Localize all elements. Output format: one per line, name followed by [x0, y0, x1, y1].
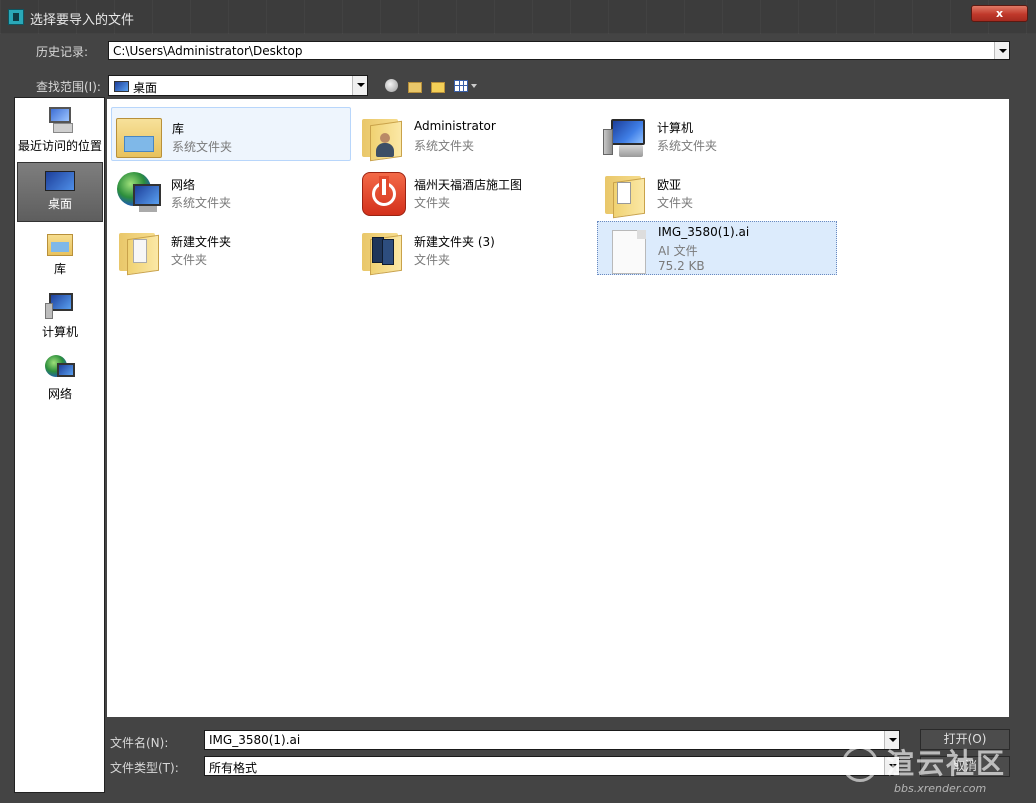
file-type: 文件夹 — [171, 253, 208, 267]
file-type: 系统文件夹 — [657, 139, 718, 153]
nav-recent-places[interactable]: 最近访问的位置 — [17, 105, 103, 154]
recent-places-icon — [45, 105, 75, 135]
history-combo[interactable]: C:\Users\Administrator\Desktop — [108, 41, 1010, 60]
file-item[interactable]: 库 系统文件夹 — [111, 107, 351, 161]
folder-icon — [358, 225, 406, 276]
libraries-icon — [45, 230, 75, 258]
history-label: 历史记录: — [36, 45, 89, 59]
file-name: 库 — [172, 122, 185, 136]
file-name: 新建文件夹 — [171, 235, 232, 249]
new-folder-icon[interactable] — [430, 79, 446, 93]
desktop-icon — [45, 169, 75, 193]
back-icon[interactable] — [384, 79, 400, 93]
desktop-icon — [114, 81, 129, 92]
file-name: 新建文件夹 (3) — [414, 235, 495, 249]
nav-label: 最近访问的位置 — [17, 139, 102, 153]
file-name: 福州天福酒店施工图 — [414, 178, 523, 192]
user-folder-icon — [358, 111, 406, 162]
file-item[interactable]: 福州天福酒店施工图 文件夹 — [354, 164, 594, 218]
lookin-combo[interactable]: 桌面 — [108, 75, 368, 96]
nav-libraries[interactable]: 库 — [17, 230, 103, 277]
nav-computer[interactable]: 计算机 — [17, 291, 103, 340]
nav-label: 计算机 — [41, 325, 78, 339]
history-value: C:\Users\Administrator\Desktop — [113, 44, 303, 58]
watermark-logo-icon — [842, 746, 878, 782]
nav-label: 网络 — [47, 387, 72, 401]
computer-icon — [601, 111, 649, 159]
file-size: 75.2 KB — [658, 259, 705, 273]
app-icon — [8, 9, 24, 25]
file-name: 网络 — [171, 178, 196, 192]
computer-icon — [45, 291, 75, 321]
chevron-down-icon[interactable] — [352, 76, 367, 95]
file-item[interactable]: 新建文件夹 文件夹 — [111, 221, 351, 276]
file-type: 系统文件夹 — [414, 139, 475, 153]
file-list-view[interactable]: 库 系统文件夹 Administrator 系统文件夹 计算机 系统文件夹 网络… — [107, 99, 1009, 717]
nav-network[interactable]: 网络 — [17, 353, 103, 402]
file-type: AI 文件 — [658, 244, 698, 258]
libraries-icon — [116, 112, 164, 160]
file-name: IMG_3580(1).ai — [658, 225, 750, 239]
file-item[interactable]: 欧亚 文件夹 — [597, 164, 837, 219]
nav-label: 库 — [53, 262, 66, 276]
chevron-down-icon[interactable] — [994, 42, 1009, 59]
lookin-value: 桌面 — [133, 81, 158, 95]
file-item[interactable]: 新建文件夹 (3) 文件夹 — [354, 221, 594, 276]
lookin-label: 查找范围(I): — [36, 80, 101, 94]
file-type: 系统文件夹 — [171, 196, 232, 210]
view-menu-icon[interactable] — [453, 79, 479, 93]
folder-icon — [601, 168, 649, 219]
watermark: 渲云社区 bbs.xrender.com — [842, 742, 1032, 800]
file-name: 欧亚 — [657, 178, 682, 192]
watermark-url: bbs.xrender.com — [894, 782, 987, 795]
places-bar: 最近访问的位置 桌面 库 计算机 网络 — [14, 97, 105, 793]
filename-label: 文件名(N): — [110, 736, 169, 750]
file-name: 计算机 — [657, 121, 694, 135]
filetype-label: 文件类型(T): — [110, 761, 179, 775]
nav-label: 桌面 — [47, 197, 72, 211]
window-title: 选择要导入的文件 — [30, 13, 135, 28]
filetype-value: 所有格式 — [209, 761, 258, 775]
file-item-selected[interactable]: IMG_3580(1).ai AI 文件 75.2 KB — [597, 221, 837, 275]
file-type: 系统文件夹 — [172, 140, 233, 154]
file-type: 文件夹 — [657, 196, 694, 210]
file-item[interactable]: Administrator 系统文件夹 — [354, 107, 594, 162]
file-item[interactable]: 计算机 系统文件夹 — [597, 107, 837, 161]
file-type: 文件夹 — [414, 196, 451, 210]
file-name: Administrator — [414, 119, 496, 133]
close-button[interactable]: x — [971, 5, 1028, 22]
filetype-combo[interactable]: 所有格式 — [204, 756, 900, 776]
network-icon — [115, 168, 163, 216]
filename-value: IMG_3580(1).ai — [209, 733, 301, 747]
import-file-dialog: 选择要导入的文件 x 历史记录: C:\Users\Administrator\… — [0, 0, 1036, 803]
file-item[interactable]: 网络 系统文件夹 — [111, 164, 351, 218]
nav-desktop[interactable]: 桌面 — [17, 162, 103, 222]
watermark-text: 渲云社区 — [886, 747, 1007, 780]
document-icon — [602, 226, 650, 274]
file-type: 文件夹 — [414, 253, 451, 267]
folder-icon — [115, 225, 163, 276]
network-icon — [45, 353, 75, 383]
up-folder-icon[interactable] — [407, 79, 423, 93]
filename-combo[interactable]: IMG_3580(1).ai — [204, 730, 900, 750]
red-app-folder-icon — [358, 168, 406, 216]
title-bar[interactable]: 选择要导入的文件 x — [0, 0, 1036, 34]
